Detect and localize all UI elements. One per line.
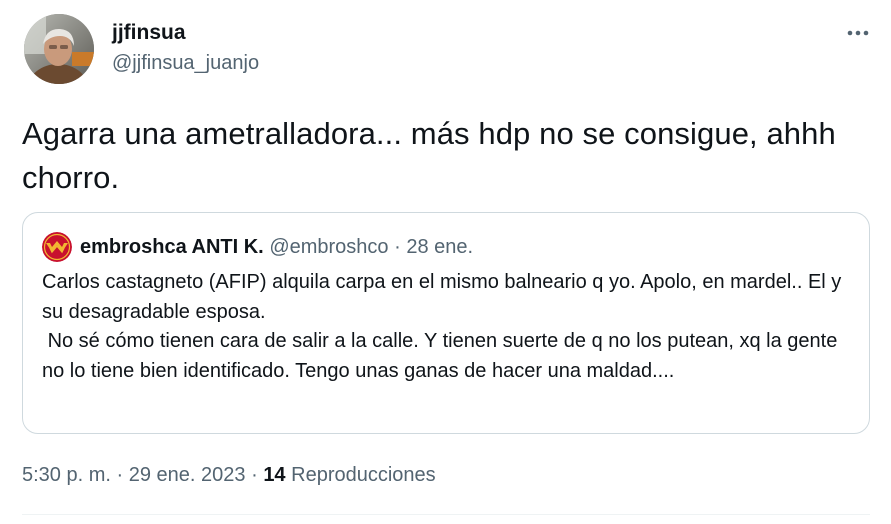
- tweet-meta: 5:30 p. m. · 29 ene. 2023 · 14 Reproducc…: [22, 462, 436, 488]
- quote-separator: ·: [394, 236, 401, 258]
- tweet-container: jjfinsua @jjfinsua_juanjo Agarra una ame…: [0, 0, 891, 524]
- quote-author-name[interactable]: embroshca ANTI K.: [80, 236, 264, 258]
- tweet-text: Agarra una ametralladora... más hdp no s…: [22, 116, 836, 195]
- author-avatar-photo: [24, 14, 94, 84]
- more-options-button[interactable]: [838, 18, 878, 48]
- tweet-time[interactable]: 5:30 p. m.: [22, 464, 111, 486]
- wonder-woman-logo-icon: [42, 232, 72, 262]
- tweet-date[interactable]: 29 ene. 2023: [129, 464, 246, 486]
- quote-author-avatar[interactable]: [42, 232, 72, 262]
- meta-separator: ·: [251, 464, 258, 486]
- quote-header: embroshca ANTI K. @embroshco · 28 ene.: [80, 235, 473, 259]
- more-horizontal-icon: [847, 30, 869, 36]
- views-count: 14: [263, 464, 286, 486]
- author-avatar[interactable]: [24, 14, 94, 84]
- quoted-tweet-card[interactable]: embroshca ANTI K. @embroshco · 28 ene. C…: [22, 212, 870, 434]
- quote-text: Carlos castagneto (AFIP) alquila carpa e…: [42, 271, 842, 382]
- quote-date[interactable]: 28 ene.: [406, 236, 473, 258]
- views-label[interactable]: Reproducciones: [291, 464, 436, 486]
- divider: [22, 514, 870, 515]
- author-handle[interactable]: @jjfinsua_juanjo: [112, 51, 259, 75]
- quote-author-handle[interactable]: @embroshco: [269, 236, 388, 258]
- meta-separator: ·: [116, 464, 124, 486]
- author-name[interactable]: jjfinsua: [112, 21, 186, 45]
